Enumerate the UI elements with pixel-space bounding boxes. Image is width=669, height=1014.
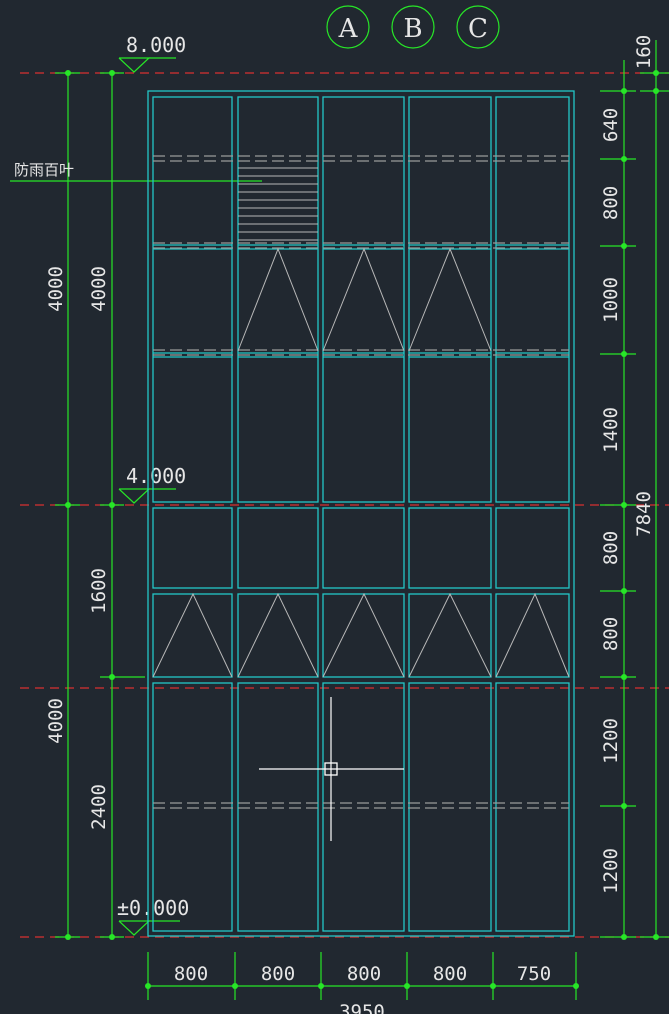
louver-label: 防雨百叶 <box>14 161 74 179</box>
left-outer-upper-dim: 4000 <box>45 266 67 312</box>
right-dim-4: 1400 <box>600 407 622 453</box>
right-dim-8: 1200 <box>600 848 622 894</box>
axis-label-c: C <box>468 14 488 44</box>
level-marker-top: 8.000 <box>118 33 186 73</box>
left-inner-upper-dim: 4000 <box>88 266 110 312</box>
right-dim-2: 800 <box>600 186 622 220</box>
bottom-dim-1: 800 <box>174 963 208 985</box>
axis-bubble-c[interactable]: C <box>456 5 500 49</box>
right-dim-3: 1000 <box>600 277 622 323</box>
level-text-middle: 4.000 <box>126 464 186 488</box>
level-text-top: 8.000 <box>126 33 186 57</box>
right-dim-6: 800 <box>600 617 622 651</box>
hidden-lines <box>153 155 569 809</box>
window-opening-markers-upper <box>237 247 492 352</box>
right-dim-total: 7840 <box>633 491 655 537</box>
bottom-dim-5: 750 <box>517 963 551 985</box>
axis-bubble-a[interactable]: A <box>326 5 370 49</box>
left-inner-lower-dim: 2400 <box>88 784 110 830</box>
right-dimension-total: 160 7840 <box>633 35 669 940</box>
left-outer-lower-dim: 4000 <box>45 698 67 744</box>
axis-label-b: B <box>403 14 422 44</box>
window-opening-markers-middle <box>152 592 570 678</box>
bottom-dimension-chain: 800 800 800 800 750 3950 <box>145 952 579 1014</box>
elevation-drawing: A B C 8.000 4.000 ±0.000 4000 4000 4000 … <box>10 5 669 1014</box>
bottom-dim-3: 800 <box>347 963 381 985</box>
right-dim-5: 800 <box>600 531 622 565</box>
right-dim-top-offset: 160 <box>633 35 655 69</box>
axis-bubble-b[interactable]: B <box>391 5 435 49</box>
bottom-dim-total: 3950 <box>339 1001 385 1014</box>
bottom-dim-2: 800 <box>261 963 295 985</box>
bottom-dim-4: 800 <box>433 963 467 985</box>
right-dim-1: 640 <box>600 108 622 142</box>
axis-label-a: A <box>338 14 359 44</box>
louver-callout: 防雨百叶 <box>10 161 262 182</box>
cad-crosshair-cursor[interactable] <box>259 697 404 841</box>
louver-slats <box>238 167 318 241</box>
curtain-wall-frame[interactable] <box>147 90 575 937</box>
right-dim-7: 1200 <box>600 718 622 764</box>
left-inner-mid-dim: 1600 <box>88 568 110 614</box>
right-dimension-chain: 640 800 1000 1400 800 800 1200 1200 <box>600 60 636 940</box>
